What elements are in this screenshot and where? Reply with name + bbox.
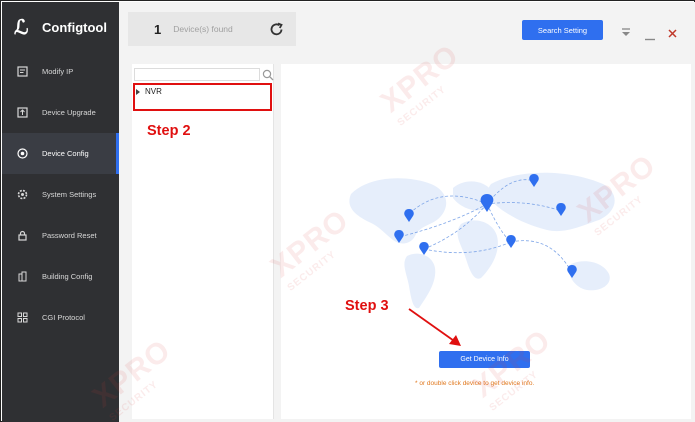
- sidebar: ℒ Configtool Modify IP Device Upgrade De…: [2, 2, 119, 422]
- sidebar-item-label: Device Upgrade: [42, 108, 96, 117]
- double-click-hint: * or double click device to get device i…: [415, 380, 535, 387]
- sidebar-item-label: CGI Protocol: [42, 313, 85, 322]
- close-icon[interactable]: [668, 25, 677, 43]
- app-logo-icon: ℒ: [14, 15, 29, 39]
- upgrade-icon: [16, 107, 28, 119]
- top-bar: 1 Device(s) found Search Setting: [119, 2, 695, 56]
- world-map-illustration: [349, 172, 615, 309]
- step2-highlight-box: [133, 83, 272, 111]
- sidebar-item-system-settings[interactable]: System Settings: [2, 174, 119, 215]
- refresh-icon[interactable]: [269, 22, 283, 36]
- device-config-icon: [16, 148, 28, 160]
- modify-ip-icon: [16, 66, 28, 78]
- sidebar-item-cgi-protocol[interactable]: CGI Protocol: [2, 297, 119, 338]
- sidebar-item-modify-ip[interactable]: Modify IP: [2, 51, 119, 92]
- lock-icon: [16, 230, 28, 242]
- sidebar-item-building-config[interactable]: Building Config: [2, 256, 119, 297]
- step2-label: Step 2: [147, 123, 191, 139]
- get-device-info-button[interactable]: Get Device Info: [439, 351, 530, 368]
- search-setting-button[interactable]: Search Setting: [522, 20, 603, 40]
- sidebar-item-label: Modify IP: [42, 67, 74, 76]
- sidebar-item-label: Building Config: [42, 272, 93, 281]
- protocol-icon: [16, 312, 28, 324]
- app-title: Configtool: [42, 19, 107, 35]
- step3-arrow-icon: [408, 308, 461, 346]
- settings-icon: [16, 189, 28, 201]
- sidebar-item-device-config[interactable]: Device Config: [2, 133, 119, 174]
- tree-search-input[interactable]: [134, 68, 260, 81]
- sidebar-item-label: System Settings: [42, 190, 97, 199]
- app-window: ℒ Configtool Modify IP Device Upgrade De…: [0, 0, 695, 422]
- device-tree-panel: NVR: [132, 64, 274, 419]
- building-icon: [16, 271, 28, 283]
- sidebar-item-device-upgrade[interactable]: Device Upgrade: [2, 92, 119, 133]
- sidebar-item-label: Password Reset: [42, 231, 97, 240]
- devices-found-count: 1: [154, 21, 162, 37]
- devices-found-box: 1 Device(s) found: [128, 12, 296, 46]
- step3-label: Step 3: [345, 298, 389, 314]
- sidebar-nav: Modify IP Device Upgrade Device Config S…: [2, 51, 119, 338]
- app-logo: ℒ Configtool: [14, 16, 107, 38]
- minimize-icon[interactable]: [645, 28, 655, 46]
- devices-found-label: Device(s) found: [173, 24, 233, 34]
- sidebar-item-password-reset[interactable]: Password Reset: [2, 215, 119, 256]
- dropdown-menu-icon[interactable]: [621, 24, 631, 42]
- sidebar-item-label: Device Config: [42, 149, 89, 158]
- search-icon[interactable]: [262, 68, 274, 81]
